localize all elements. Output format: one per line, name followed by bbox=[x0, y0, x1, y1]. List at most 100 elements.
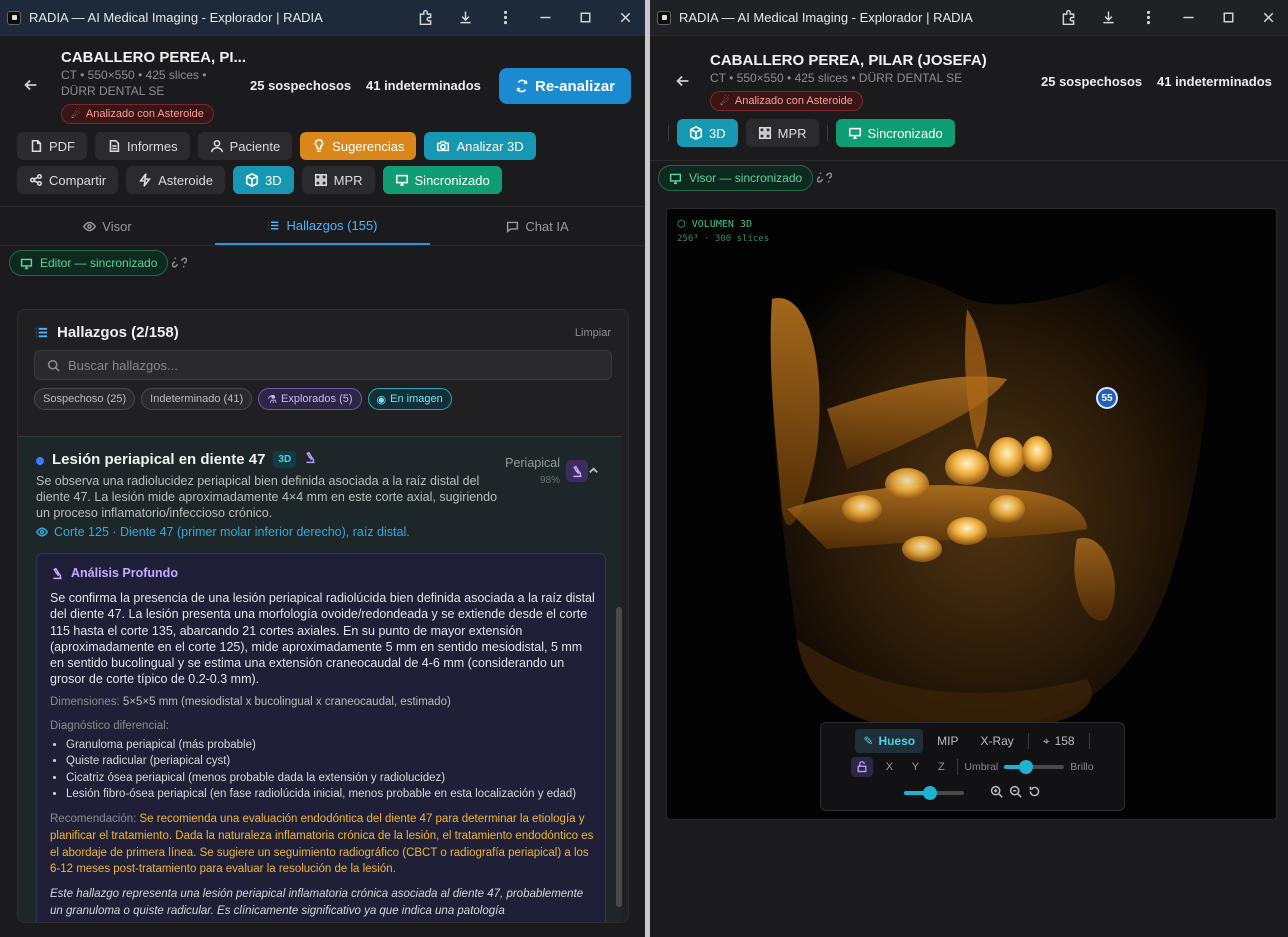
chip-suspicious[interactable]: Sospechoso (25) bbox=[34, 388, 136, 410]
share-button[interactable]: Compartir bbox=[17, 166, 119, 194]
axis-x-button[interactable]: X bbox=[879, 761, 899, 773]
analyze-3d-button[interactable]: Analizar 3D bbox=[424, 132, 536, 160]
divider bbox=[668, 125, 669, 141]
suggestions-label: Sugerencias bbox=[332, 138, 405, 154]
volume-label-text: VOLUMEN 3D bbox=[691, 219, 752, 230]
monitor-icon bbox=[20, 258, 33, 269]
differential-item: Cicatriz ósea periapical (menos probable… bbox=[66, 770, 595, 786]
mpr-button[interactable]: MPR bbox=[301, 166, 375, 194]
pdf-label: PDF bbox=[49, 138, 75, 154]
brightness-label: Brillo bbox=[1070, 761, 1094, 773]
tab-chat[interactable]: Chat IA bbox=[430, 207, 645, 245]
synchronized-button[interactable]: Sincronizado bbox=[835, 119, 955, 147]
patient-meta: CT • 550×550 • 425 slices • DÜRR DENTAL … bbox=[710, 71, 963, 85]
reset-icon[interactable] bbox=[1028, 785, 1041, 801]
axis-z-button[interactable]: Z bbox=[931, 761, 951, 773]
back-arrow-icon[interactable] bbox=[22, 76, 44, 98]
view-3d-button[interactable]: 3D bbox=[677, 119, 738, 147]
mode-mip-button[interactable]: MIP bbox=[929, 729, 966, 753]
deep-analysis-button[interactable] bbox=[566, 460, 588, 482]
zoom-in-icon[interactable] bbox=[990, 785, 1003, 801]
reports-button[interactable]: Informes bbox=[95, 132, 190, 160]
slice-link[interactable]: Corte 125 · Diente 47 (primer molar infe… bbox=[36, 525, 410, 539]
mpr-button[interactable]: MPR bbox=[745, 119, 819, 147]
document-icon bbox=[109, 139, 120, 153]
opacity-knob[interactable] bbox=[923, 786, 937, 800]
reanalyze-button[interactable]: Re-analizar bbox=[499, 68, 632, 104]
extensions-icon[interactable] bbox=[405, 0, 445, 36]
threshold-knob[interactable] bbox=[1019, 760, 1034, 774]
view-3d-button[interactable]: 3D bbox=[233, 166, 294, 194]
differential-item: Granuloma periapical (más probable) bbox=[66, 737, 595, 753]
asteroid-button[interactable]: Asteroide bbox=[126, 166, 225, 194]
minimize-icon[interactable] bbox=[525, 0, 565, 36]
view-3d-label: 3D bbox=[265, 172, 282, 188]
scrollbar[interactable] bbox=[616, 607, 622, 907]
chip-explored[interactable]: ⚗ Explorados (5) bbox=[258, 388, 362, 410]
chevron-up-icon[interactable] bbox=[588, 463, 600, 475]
chip-indeterminate[interactable]: Indeterminado (41) bbox=[141, 388, 253, 410]
extensions-icon[interactable] bbox=[1048, 0, 1088, 36]
maximize-icon[interactable] bbox=[1208, 0, 1248, 36]
unlock-button[interactable] bbox=[851, 757, 874, 777]
axis-y-button[interactable]: Y bbox=[905, 761, 925, 773]
lightbulb-icon bbox=[314, 139, 324, 153]
more-menu-icon[interactable] bbox=[1128, 0, 1168, 36]
clear-button[interactable]: Limpiar bbox=[575, 327, 611, 339]
tab-findings-label: Hallazgos (155) bbox=[286, 217, 378, 233]
patient-button[interactable]: Paciente bbox=[197, 132, 293, 160]
asteroid-badge: ☄ Analizado con Asteroide bbox=[61, 104, 214, 124]
unlink-icon[interactable] bbox=[816, 170, 833, 186]
dimensions-value: 5×5×5 mm (mesiodistal x bucolingual x cr… bbox=[122, 696, 451, 708]
asteroid-badge-label: Analizado con Asteroide bbox=[734, 95, 853, 107]
deep-analysis-heading: Análisis Profundo bbox=[51, 566, 178, 580]
findings-title-label: Hallazgos (2/158) bbox=[57, 324, 179, 341]
asteroid-badge-label: Analizado con Asteroide bbox=[85, 108, 204, 120]
zoom-out-icon[interactable] bbox=[1009, 785, 1022, 801]
deep-analysis-body: Se confirma la presencia de una lesión p… bbox=[50, 591, 595, 687]
render-mode-row: ✎ Hueso MIP X-Ray ⌖ 158 bbox=[821, 729, 1124, 753]
volume-viewer[interactable]: ⬡ VOLUMEN 3D 256³ · 300 slices 55 ✎ Hueso… bbox=[666, 208, 1277, 820]
chat-icon bbox=[507, 221, 519, 233]
mode-bone-button[interactable]: ✎ Hueso bbox=[855, 729, 924, 753]
microscope-icon bbox=[304, 451, 317, 468]
differential-diagnosis: Diagnóstico diferencial: Granuloma peria… bbox=[50, 720, 595, 803]
viewer-toolbar: 3D MPR Sincronizado bbox=[668, 119, 955, 147]
opacity-slider[interactable] bbox=[904, 786, 964, 800]
pdf-button[interactable]: PDF bbox=[17, 132, 87, 160]
close-icon[interactable] bbox=[605, 0, 645, 36]
synchronized-button[interactable]: Sincronizado bbox=[382, 166, 502, 194]
download-icon[interactable] bbox=[1088, 0, 1128, 36]
markers-button[interactable]: ⌖ 158 bbox=[1035, 729, 1083, 753]
zoom-row bbox=[821, 785, 1124, 801]
viewer-sync-pill[interactable]: Visor — sincronizado bbox=[658, 165, 814, 191]
monitor-icon bbox=[669, 173, 682, 184]
render-controls: ✎ Hueso MIP X-Ray ⌖ 158 X Y Z Umbral Brill… bbox=[820, 722, 1125, 811]
more-menu-icon[interactable] bbox=[485, 0, 525, 36]
finding-marker[interactable]: 55 bbox=[1096, 387, 1118, 409]
close-icon[interactable] bbox=[1248, 0, 1288, 36]
mode-xray-button[interactable]: X-Ray bbox=[972, 729, 1021, 753]
chip-in-image[interactable]: ◉ En imagen bbox=[367, 388, 452, 410]
back-arrow-icon[interactable] bbox=[674, 72, 696, 94]
download-icon[interactable] bbox=[445, 0, 485, 36]
recommendation: Recomendación: Se recomienda una evaluac… bbox=[50, 811, 598, 878]
suggestions-button[interactable]: Sugerencias bbox=[300, 132, 417, 160]
unlink-icon[interactable] bbox=[171, 255, 188, 271]
editor-sync-pill[interactable]: Editor — sincronizado bbox=[9, 250, 169, 276]
finding-confidence: 98% bbox=[539, 475, 560, 486]
finding-card[interactable]: Lesión periapical en diente 47 3D Se obs… bbox=[18, 436, 622, 922]
findings-title: Hallazgos (2/158) bbox=[34, 324, 179, 341]
tab-chat-label: Chat IA bbox=[525, 218, 569, 234]
window-title: RADIA — AI Medical Imaging - Explorador … bbox=[29, 10, 323, 25]
tab-findings[interactable]: Hallazgos (155) bbox=[215, 207, 430, 245]
search-input[interactable] bbox=[68, 357, 588, 373]
maximize-icon[interactable] bbox=[565, 0, 605, 36]
tab-viewer[interactable]: Visor bbox=[0, 207, 215, 245]
synchronized-label: Sincronizado bbox=[867, 125, 943, 141]
patient-meta-device: DÜRR DENTAL SE bbox=[61, 84, 165, 98]
threshold-slider[interactable] bbox=[1004, 760, 1065, 774]
patient-meta: CT • 550×550 • 425 slices • bbox=[61, 68, 207, 82]
finding-type: Periapical bbox=[505, 456, 560, 470]
minimize-icon[interactable] bbox=[1168, 0, 1208, 36]
